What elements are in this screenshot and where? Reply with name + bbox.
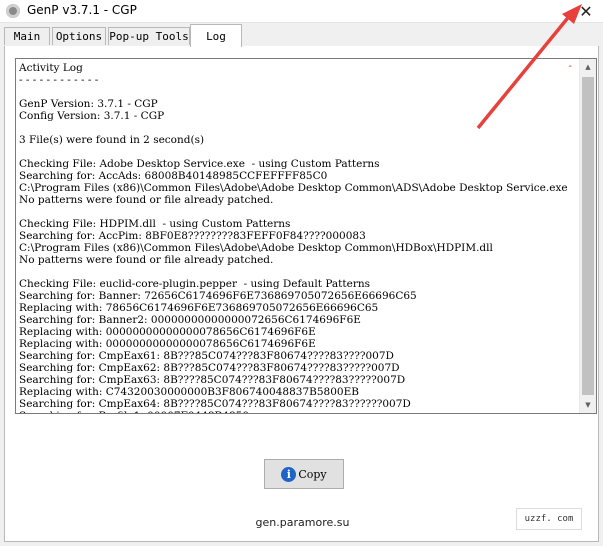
close-button[interactable]: ✕ [569,0,603,22]
app-icon [6,4,20,18]
tab-label: Log [206,29,226,43]
log-line: Searching for: CmpEax63: 8B????85C074???… [19,374,406,386]
log-line: Searching for: AccAds: 68008B40148985CCF… [19,170,328,182]
log-line: No patterns were found or file already p… [19,194,274,206]
log-tab-panel: Activity Log - - - - - - - - - - - - GenP … [4,46,599,542]
log-line: Config Version: 3.7.1 - CGP [19,110,165,122]
log-line: GenP Version: 3.7.1 - CGP [19,98,158,110]
tab-options[interactable]: Options [52,27,106,45]
copy-button-label: Copy [298,467,327,481]
log-line: Replacing with: 00000000000000078656C617… [19,326,316,338]
log-line: Checking File: HDPIM.dll - using Custom … [19,218,291,230]
log-line: No patterns were found or file already p… [19,254,274,266]
log-line: Replacing with: 78656C6174696F6E73686970… [19,302,379,314]
log-dash-marker: - [568,61,572,72]
log-line: C:\Program Files (x86)\Common Files\Adob… [19,182,568,194]
tab-label: Pop-up Tools [109,30,189,43]
scroll-thumb[interactable] [582,77,594,395]
log-line: Replacing with: 00000000000000078656C617… [19,338,316,350]
tab-main[interactable]: Main [4,27,50,45]
tab-label: Options [55,30,103,43]
copy-button[interactable]: i Copy [264,459,344,489]
log-line: Searching for: AccPim: 8BF0E8????????83F… [19,230,366,242]
log-line: C:\Program Files (x86)\Common Files\Adob… [19,242,493,254]
log-line: Checking File: euclid-core-plugin.pepper… [19,278,371,290]
log-line: Replacing with: C74320030000000B3F806740… [19,386,359,398]
log-line: Searching for: Banner: 72656C6174696F6E7… [19,290,417,302]
log-line: Searching for: CmpEax64: 8B????85C074???… [19,398,411,410]
log-line: Activity Log [19,62,83,74]
log-text: Activity Log - - - - - - - - - - - - GenP … [19,62,578,413]
tab-bar: Main Options Pop-up Tools Log [4,24,599,47]
log-line: Searching for: CmpEax61: 8B???85C074???8… [19,350,394,362]
tab-label: Main [13,30,41,43]
info-icon: i [281,466,297,482]
log-line: Searching for: CmpEax62: 8B???85C074???8… [19,362,400,374]
title-bar: GenP v3.7.1 - CGP ✕ [0,0,603,23]
scroll-up-arrow-icon[interactable]: ▲ [580,59,596,75]
tab-log[interactable]: Log [190,24,242,47]
watermark: uzzf. com [516,508,582,530]
tab-popup-tools[interactable]: Pop-up Tools [108,27,190,45]
window-title: GenP v3.7.1 - CGP [27,3,137,17]
footer-website-link[interactable]: gen.paramore.su [5,516,600,529]
log-line: Checking File: Adobe Desktop Service.exe… [19,158,380,170]
scroll-down-arrow-icon[interactable]: ▼ [580,397,596,413]
log-line: - - - - - - - - - - - - [19,74,99,86]
vertical-scrollbar[interactable]: ▲ ▼ [579,59,596,413]
activity-log-textbox[interactable]: Activity Log - - - - - - - - - - - - GenP … [15,58,597,414]
log-line: 3 File(s) were found in 2 second(s) [19,134,205,146]
log-line: Searching for: Profile1: 00007F0448B4850 [19,410,578,413]
close-icon: ✕ [579,1,593,21]
log-line: Searching for: Banner2: 0000000000000007… [19,314,361,326]
